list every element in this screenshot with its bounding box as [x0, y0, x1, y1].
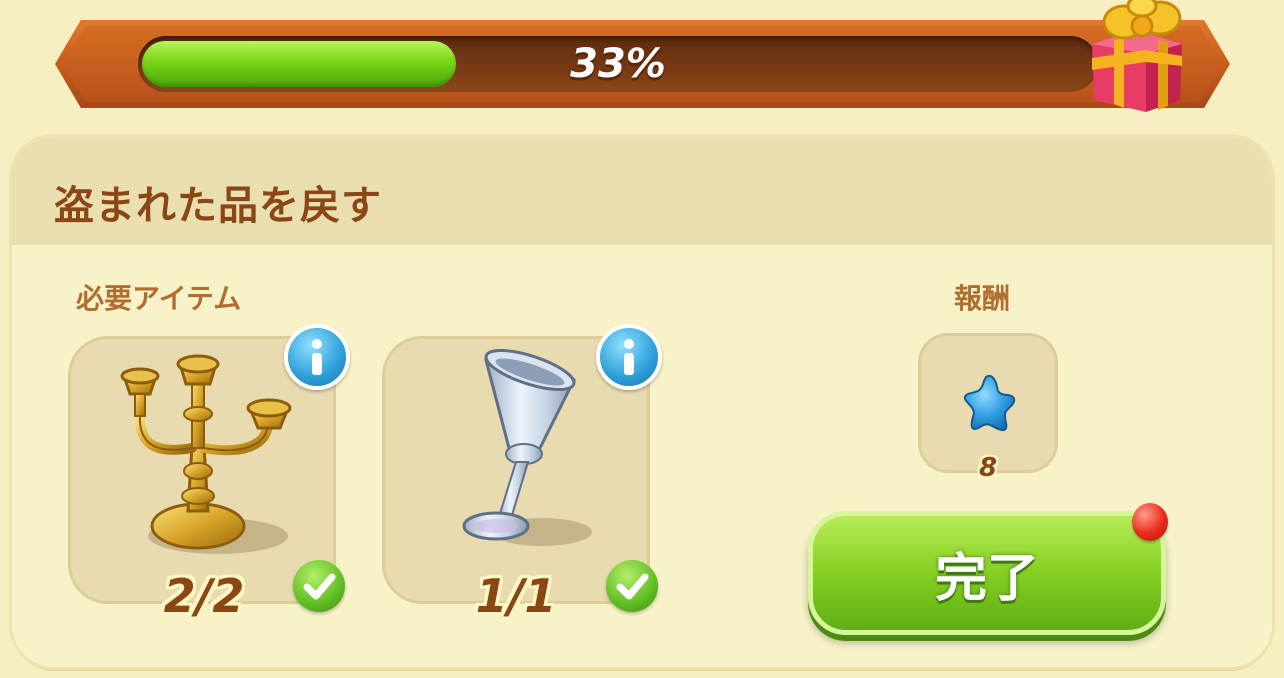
info-button[interactable] — [284, 324, 350, 390]
reward-label: 報酬 — [954, 282, 1011, 315]
complete-button[interactable]: 完了 — [808, 511, 1166, 635]
reward-amount: 8 — [978, 453, 998, 483]
reward-slot[interactable] — [918, 333, 1058, 473]
info-icon — [624, 339, 634, 375]
info-icon — [312, 339, 322, 375]
info-button[interactable] — [596, 324, 662, 390]
required-items-label: 必要アイテム — [76, 282, 242, 315]
gift-box-icon[interactable] — [1084, 0, 1188, 116]
quest-title: 盗まれた品を戻す — [54, 183, 382, 229]
quest-panel: 盗まれた品を戻す 必要アイテム 報酬 2/2 1/1 8 完了 — [12, 137, 1272, 667]
notification-dot-icon — [1132, 503, 1168, 541]
item-count: 2/2 — [163, 569, 245, 623]
item-count: 1/1 — [475, 569, 557, 623]
progress-percent-label: 33% — [570, 41, 666, 87]
complete-button-label: 完了 — [934, 548, 1039, 609]
progress-bar: 33% — [138, 36, 1098, 92]
blue-star-icon — [963, 374, 1016, 432]
